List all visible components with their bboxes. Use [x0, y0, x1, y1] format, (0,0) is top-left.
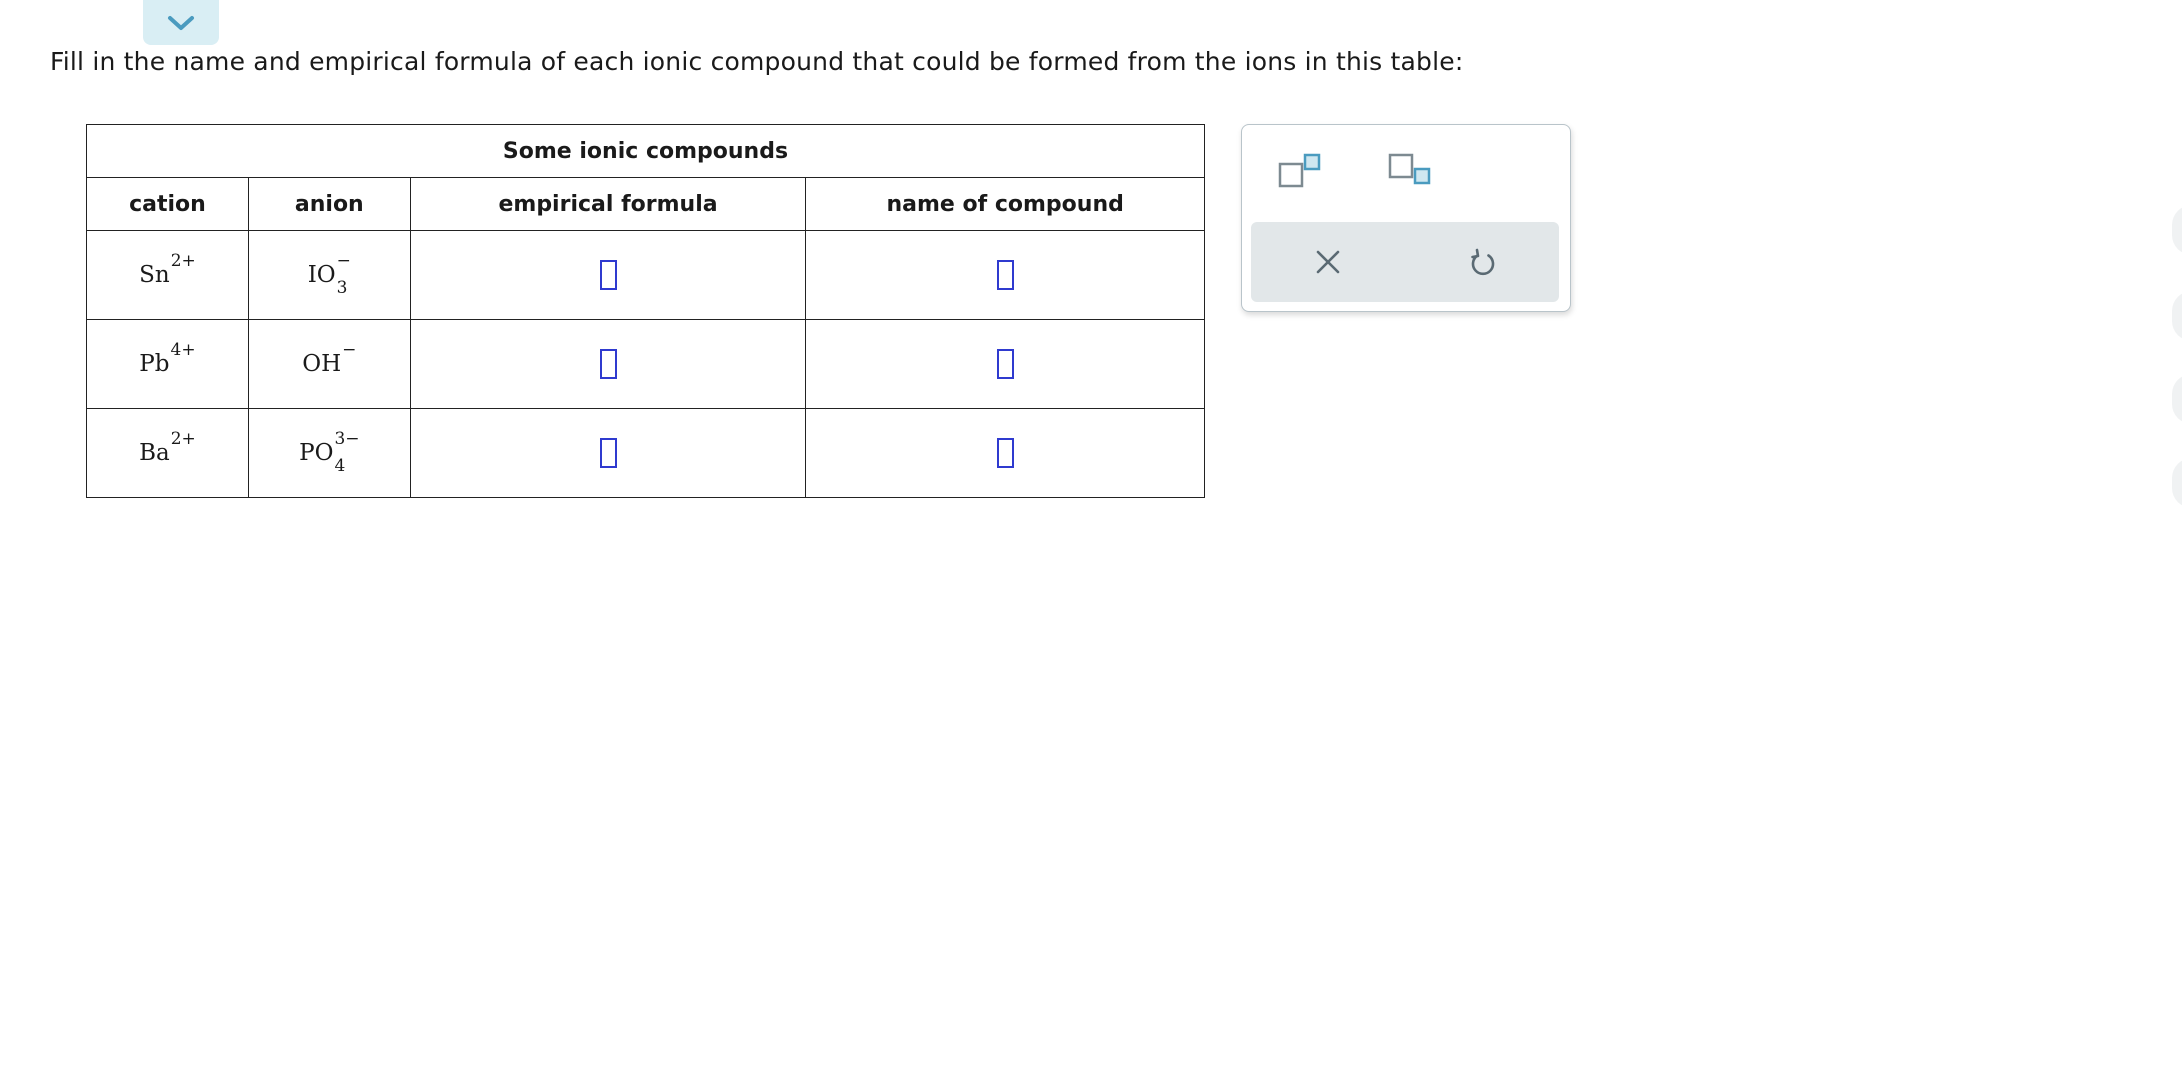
- formula-cell: [409, 230, 807, 320]
- header-empirical-formula: empirical formula: [409, 177, 807, 231]
- formula-cell: [409, 408, 807, 498]
- name-cell: [805, 408, 1205, 498]
- ionic-compounds-table: Some ionic compounds cation anion empiri…: [86, 124, 1205, 498]
- ion-symbol: OH: [302, 351, 342, 377]
- cation-formula: Pb 4+ 0: [139, 341, 195, 383]
- name-cell: [805, 230, 1205, 320]
- table-row: Sn 2+ 0 IO − 3: [86, 230, 1205, 320]
- side-nav-button[interactable]: [2172, 291, 2182, 341]
- cation-cell: Pb 4+ 0: [86, 319, 249, 409]
- ion-charge: 2+: [170, 251, 196, 271]
- header-anion: anion: [247, 177, 411, 231]
- side-nav-button[interactable]: [2172, 458, 2182, 508]
- ion-subscript: 4: [334, 456, 346, 476]
- anion-formula: OH − 0: [302, 341, 356, 383]
- superscript-template-icon: [1278, 153, 1321, 188]
- side-nav-button[interactable]: [2172, 205, 2182, 255]
- ion-symbol: IO: [307, 262, 336, 288]
- action-bar: [1251, 222, 1559, 302]
- table-row: Pb 4+ 0 OH − 0: [86, 319, 1205, 409]
- empirical-formula-input[interactable]: [599, 260, 617, 290]
- compound-name-input[interactable]: [996, 260, 1014, 290]
- anion-cell: PO 3− 4: [247, 408, 411, 498]
- ion-charge: 3−: [334, 429, 360, 449]
- ion-charge: 2+: [170, 429, 196, 449]
- subscript-template-icon: [1388, 153, 1431, 185]
- ion-symbol: Pb: [139, 351, 170, 377]
- compound-name-input[interactable]: [996, 438, 1014, 468]
- ion-charge: −: [336, 251, 351, 271]
- empirical-formula-input[interactable]: [599, 349, 617, 379]
- anion-formula: IO − 3: [307, 252, 351, 298]
- math-tool-panel: [1241, 124, 1571, 312]
- ion-symbol: PO: [299, 440, 334, 466]
- undo-button[interactable]: [1458, 238, 1508, 286]
- undo-icon: [1471, 248, 1495, 276]
- formula-cell: [409, 319, 807, 409]
- question-prompt: Fill in the name and empirical formula o…: [50, 47, 1464, 76]
- ion-charge: 4+: [170, 340, 196, 360]
- close-icon: [1316, 250, 1340, 274]
- table-caption: Some ionic compounds: [86, 124, 1205, 178]
- superscript-button[interactable]: [1272, 147, 1328, 195]
- ion-symbol: Sn: [139, 262, 170, 288]
- compound-name-input[interactable]: [996, 349, 1014, 379]
- chevron-down-icon: [168, 15, 194, 30]
- cation-formula: Sn 2+ 0: [139, 252, 196, 294]
- cation-formula: Ba 2+ 0: [139, 430, 196, 472]
- empirical-formula-input[interactable]: [599, 438, 617, 468]
- side-nav-button[interactable]: [2172, 374, 2182, 424]
- table-row: Ba 2+ 0 PO 3− 4: [86, 408, 1205, 498]
- anion-cell: IO − 3: [247, 230, 411, 320]
- anion-cell: OH − 0: [247, 319, 411, 409]
- collapse-toggle-button[interactable]: [143, 0, 219, 45]
- header-name-of-compound: name of compound: [805, 177, 1205, 231]
- clear-button[interactable]: [1303, 238, 1353, 286]
- name-cell: [805, 319, 1205, 409]
- header-cation: cation: [86, 177, 249, 231]
- ion-charge: −: [342, 340, 357, 360]
- ion-subscript: 3: [336, 278, 348, 298]
- anion-formula: PO 3− 4: [299, 430, 359, 476]
- cation-cell: Sn 2+ 0: [86, 230, 249, 320]
- cation-cell: Ba 2+ 0: [86, 408, 249, 498]
- ion-symbol: Ba: [139, 440, 170, 466]
- subscript-button[interactable]: [1382, 147, 1438, 195]
